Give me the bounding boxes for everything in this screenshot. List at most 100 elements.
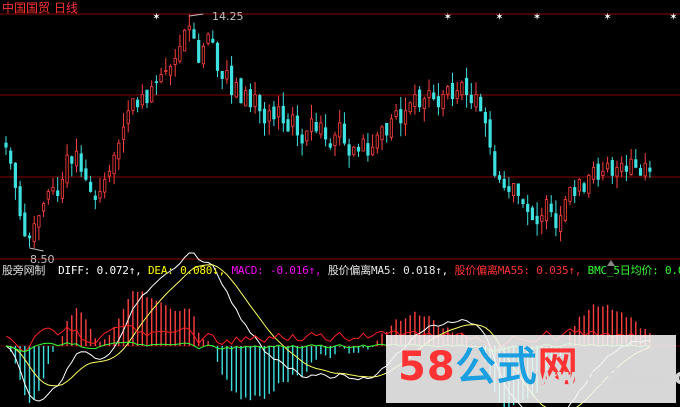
candle-body	[624, 165, 629, 172]
candle-body	[98, 191, 102, 199]
candle-body	[159, 74, 163, 83]
candle-body	[258, 95, 262, 112]
candle-body	[93, 195, 97, 200]
chart-title: 中国国贸 日线	[2, 1, 78, 15]
indicator-legend: 股旁网制 DIFF: 0.072↑, DEA: 0.080↓, MACD: -0…	[2, 264, 680, 278]
candle-body	[103, 179, 107, 193]
candle-body	[535, 215, 539, 225]
candle-body	[262, 108, 267, 124]
indicator-item: 股价偏离MA5: 0.018↑,	[321, 264, 449, 277]
candle-body	[582, 183, 586, 192]
candle-body	[380, 126, 384, 141]
candle-body	[74, 150, 79, 167]
candle-body	[596, 163, 600, 180]
candle-body	[559, 215, 563, 232]
indicator-name[interactable]: 股旁网制	[2, 264, 45, 277]
signal-marker: ✶	[495, 12, 503, 23]
chart-window: ✶✶✶✶✶✶✶ 中国国贸 日线 14.25 8.50 股旁网制 DIFF: 0.…	[0, 0, 680, 407]
candle-body	[286, 119, 290, 132]
candle-body	[244, 90, 248, 107]
indicator-item: DIFF: 0.072↑,	[51, 264, 142, 277]
candle-body	[455, 90, 459, 99]
candle-body	[366, 143, 370, 156]
candle-body	[587, 174, 591, 194]
candle-body	[441, 94, 445, 109]
candle-body	[389, 118, 394, 138]
candle-body	[197, 40, 201, 63]
candle-body	[591, 166, 596, 180]
candle-body	[60, 179, 65, 199]
candle-body	[601, 170, 605, 176]
candle-body	[154, 81, 158, 84]
candle-body	[121, 126, 126, 140]
candle-body	[18, 186, 22, 217]
candle-body	[394, 110, 398, 117]
candle-body	[173, 57, 177, 65]
candle-body	[648, 167, 652, 172]
candle-body	[135, 99, 140, 108]
indicator-item: BMC_5日均价: 0.020↑	[587, 264, 680, 277]
candle-body	[507, 186, 511, 192]
candle-body	[512, 183, 516, 197]
candle-body	[338, 122, 342, 138]
candle-body	[300, 134, 304, 144]
candle-body	[291, 114, 295, 127]
candle-body	[638, 167, 643, 176]
stock-name[interactable]: 中国国贸	[2, 1, 50, 15]
candle-body	[140, 94, 144, 106]
candle-body	[276, 106, 281, 118]
signal-marker: ✶	[444, 12, 452, 23]
chart-period[interactable]: 日线	[54, 1, 78, 15]
candle-body	[248, 89, 252, 108]
signal-marker: ✶	[669, 12, 677, 23]
candle-body	[403, 110, 408, 125]
candle-body	[408, 102, 412, 113]
candle-body	[234, 82, 238, 98]
candle-body	[502, 178, 506, 188]
candle-body	[9, 150, 13, 164]
candle-body	[479, 96, 483, 112]
candle-body	[229, 65, 234, 96]
candle-body	[328, 143, 332, 148]
candle-body	[361, 138, 365, 152]
candle-body	[563, 199, 567, 222]
candle-body	[573, 187, 577, 196]
candle-body	[46, 191, 50, 200]
candle-body	[79, 153, 83, 172]
candle-body	[540, 215, 544, 222]
candle-body	[606, 162, 610, 170]
candle-body	[187, 25, 191, 31]
candle-body	[206, 33, 210, 44]
candle-body	[352, 146, 356, 155]
candle-body	[314, 121, 318, 132]
candle-body	[516, 183, 520, 196]
indicator-item: DEA: 0.080↓,	[141, 264, 226, 277]
candle-body	[267, 110, 271, 122]
candle-body	[65, 154, 69, 184]
candle-body	[201, 45, 205, 65]
candle-body	[375, 134, 379, 149]
candle-body	[483, 111, 488, 124]
watermark-logo-text: 公式	[455, 344, 538, 390]
candle-body	[37, 215, 41, 228]
candle-body	[23, 212, 27, 237]
candle-body	[610, 160, 614, 176]
watermark-panel: 58公式网 www.58gu.com	[386, 335, 680, 403]
candle-body	[225, 70, 229, 80]
candle-body	[530, 207, 535, 221]
candle-body	[432, 92, 436, 100]
candle-body	[554, 213, 558, 229]
candle-body	[347, 144, 351, 156]
candle-body	[178, 45, 182, 62]
candle-body	[145, 89, 149, 104]
signal-marker: ✶	[603, 12, 611, 23]
candle-body	[488, 119, 492, 148]
candle-body	[427, 90, 431, 98]
candle-body	[168, 66, 173, 76]
candle-body	[333, 134, 337, 146]
candle-body	[272, 106, 276, 120]
candle-body	[493, 151, 497, 176]
indicator-item: MACD: -0.016↑,	[225, 264, 322, 277]
candle-body	[126, 110, 130, 124]
candle-body	[117, 142, 121, 160]
